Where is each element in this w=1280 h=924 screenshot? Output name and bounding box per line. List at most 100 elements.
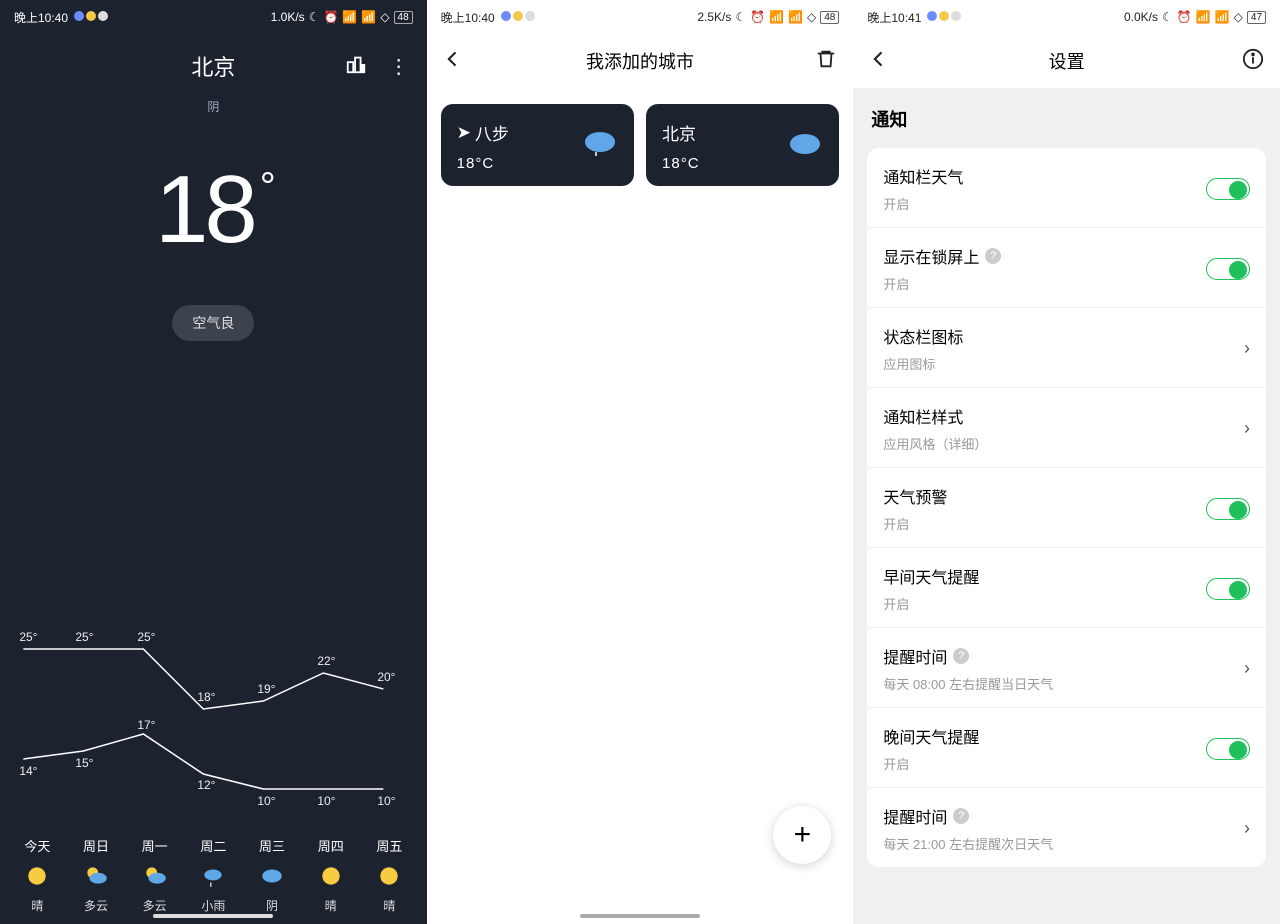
- setting-row-notification-weather[interactable]: 通知栏天气开启: [867, 148, 1266, 228]
- status-indicator-icons: [925, 10, 961, 24]
- nav-handle[interactable]: [580, 914, 700, 918]
- svg-text:15°: 15°: [75, 756, 93, 770]
- section-header: 通知: [853, 88, 1280, 142]
- setting-title: 显示在锁屏上?: [883, 244, 1206, 268]
- temp-value: 18: [155, 155, 254, 265]
- toggle-switch[interactable]: [1206, 498, 1250, 520]
- setting-subtitle: 开启: [883, 594, 1206, 613]
- chevron-right-icon: ›: [1244, 658, 1250, 679]
- svg-text:10°: 10°: [257, 794, 275, 808]
- setting-title: 通知栏样式: [883, 404, 1244, 428]
- chevron-right-icon: ›: [1244, 338, 1250, 359]
- net-speed: 0.0K/s: [1124, 10, 1158, 24]
- forecast-day[interactable]: 周二小雨: [184, 836, 243, 914]
- clock-text: 晚上10:40: [441, 9, 495, 26]
- svg-text:18°: 18°: [197, 690, 215, 704]
- city-title: 北京: [191, 50, 235, 82]
- city-card[interactable]: ➤八步 18°C: [441, 104, 634, 186]
- svg-text:19°: 19°: [257, 682, 275, 696]
- back-icon[interactable]: [443, 49, 463, 74]
- chevron-right-icon: ›: [1244, 418, 1250, 439]
- plus-icon: +: [794, 818, 812, 852]
- setting-title: 状态栏图标: [883, 324, 1244, 348]
- signal-icon: 📶: [1196, 10, 1211, 24]
- svg-text:10°: 10°: [317, 794, 335, 808]
- setting-subtitle: 每天 08:00 左右提醒当日天气: [883, 674, 1244, 693]
- city-card[interactable]: 北京 18°C: [646, 104, 839, 186]
- toggle-switch[interactable]: [1206, 738, 1250, 760]
- location-arrow-icon: ➤: [457, 123, 471, 143]
- add-city-button[interactable]: +: [773, 806, 831, 864]
- status-bar: 晚上10:41 0.0K/s ☾⏰ 📶📶◇ 47: [853, 0, 1280, 30]
- battery-icon: 48: [820, 11, 839, 24]
- setting-row-morning[interactable]: 早间天气提醒开启: [867, 548, 1266, 628]
- page-title: 我添加的城市: [586, 48, 694, 74]
- toggle-switch[interactable]: [1206, 578, 1250, 600]
- title-bar: 设置: [853, 30, 1280, 88]
- forecast-day[interactable]: 周日多云: [67, 836, 126, 914]
- trash-icon[interactable]: [815, 48, 837, 75]
- toggle-switch[interactable]: [1206, 258, 1250, 280]
- setting-title: 早间天气提醒: [883, 564, 1206, 588]
- net-speed: 2.5K/s: [697, 10, 731, 24]
- current-temp: 18 °: [0, 155, 427, 265]
- setting-title: 提醒时间?: [883, 644, 1244, 668]
- more-icon[interactable]: ⋮: [389, 54, 409, 79]
- city-cards: ➤八步 18°C 北京 18°C: [427, 84, 854, 206]
- forecast-day[interactable]: 今天晴: [8, 836, 67, 914]
- degree-icon: °: [260, 165, 272, 210]
- setting-row-evening-time[interactable]: 提醒时间?每天 21:00 左右提醒次日天气›: [867, 788, 1266, 867]
- daily-forecast-row: 今天晴 周日多云 周一多云 周二小雨 周三阴 周四晴 周五晴: [0, 836, 427, 914]
- net-speed: 1.0K/s: [271, 10, 305, 24]
- page-title: 设置: [1049, 48, 1085, 74]
- buildings-icon[interactable]: [345, 53, 367, 80]
- signal-icon: 📶: [1215, 10, 1230, 24]
- svg-text:25°: 25°: [19, 630, 37, 644]
- title-bar: 北京 ⋮: [0, 30, 427, 88]
- clock-text: 晚上10:40: [14, 9, 68, 26]
- setting-subtitle: 开启: [883, 194, 1206, 213]
- help-icon[interactable]: ?: [953, 648, 969, 664]
- setting-title: 晚间天气提醒: [883, 724, 1206, 748]
- setting-subtitle: 应用风格（详细）: [883, 434, 1244, 453]
- nav-handle[interactable]: [153, 914, 273, 918]
- forecast-day[interactable]: 周五晴: [360, 836, 419, 914]
- help-icon[interactable]: ?: [985, 248, 1001, 264]
- forecast-day[interactable]: 周四晴: [301, 836, 360, 914]
- setting-row-alert[interactable]: 天气预警开启: [867, 468, 1266, 548]
- battery-icon: 48: [394, 11, 413, 24]
- status-bar: 晚上10:40 2.5K/s ☾⏰ 📶📶◇ 48: [427, 0, 854, 30]
- settings-list: 通知栏天气开启 显示在锁屏上?开启 状态栏图标应用图标› 通知栏样式应用风格（详…: [867, 148, 1266, 867]
- setting-row-notifstyle[interactable]: 通知栏样式应用风格（详细）›: [867, 388, 1266, 468]
- forecast-day[interactable]: 周一多云: [125, 836, 184, 914]
- toggle-switch[interactable]: [1206, 178, 1250, 200]
- back-icon[interactable]: [869, 49, 889, 74]
- moon-icon: ☾: [735, 10, 746, 24]
- setting-row-morning-time[interactable]: 提醒时间? 每天 08:00 左右提醒当日天气›: [867, 628, 1266, 708]
- svg-text:12°: 12°: [197, 778, 215, 792]
- city-name: 八步: [475, 120, 509, 145]
- cloud-rain-icon: [580, 128, 618, 163]
- setting-row-lockscreen[interactable]: 显示在锁屏上?开启: [867, 228, 1266, 308]
- help-icon[interactable]: ?: [953, 808, 969, 824]
- setting-title: 提醒时间?: [883, 804, 1244, 828]
- setting-subtitle: 每天 21:00 左右提醒次日天气: [883, 834, 1244, 853]
- setting-row-statusicon[interactable]: 状态栏图标应用图标›: [867, 308, 1266, 388]
- wifi-icon: ◇: [807, 10, 816, 24]
- temperature-chart: 25°25°25° 18°19°22°20° 14°15°17° 12°10°1…: [0, 609, 427, 814]
- svg-text:22°: 22°: [317, 654, 335, 668]
- info-icon[interactable]: [1242, 48, 1264, 75]
- forecast-day[interactable]: 周三阴: [243, 836, 302, 914]
- signal-icon: 📶: [361, 10, 376, 24]
- svg-text:14°: 14°: [19, 764, 37, 778]
- alarm-icon: ⏰: [323, 10, 338, 24]
- status-bar: 晚上10:40 1.0K/s ☾ ⏰ 📶 📶 ◇ 48: [0, 0, 427, 30]
- setting-subtitle: 开启: [883, 514, 1206, 533]
- signal-icon: 📶: [342, 10, 357, 24]
- settings-screen: 晚上10:41 0.0K/s ☾⏰ 📶📶◇ 47 设置 通知 通知栏天气开启 显…: [853, 0, 1280, 924]
- weather-main-screen: 晚上10:40 1.0K/s ☾ ⏰ 📶 📶 ◇ 48 北京 ⋮ 阴 18 ° …: [0, 0, 427, 924]
- setting-row-evening[interactable]: 晚间天气提醒开启: [867, 708, 1266, 788]
- svg-text:25°: 25°: [137, 630, 155, 644]
- setting-title: 天气预警: [883, 484, 1206, 508]
- aqi-chip[interactable]: 空气良: [172, 305, 254, 341]
